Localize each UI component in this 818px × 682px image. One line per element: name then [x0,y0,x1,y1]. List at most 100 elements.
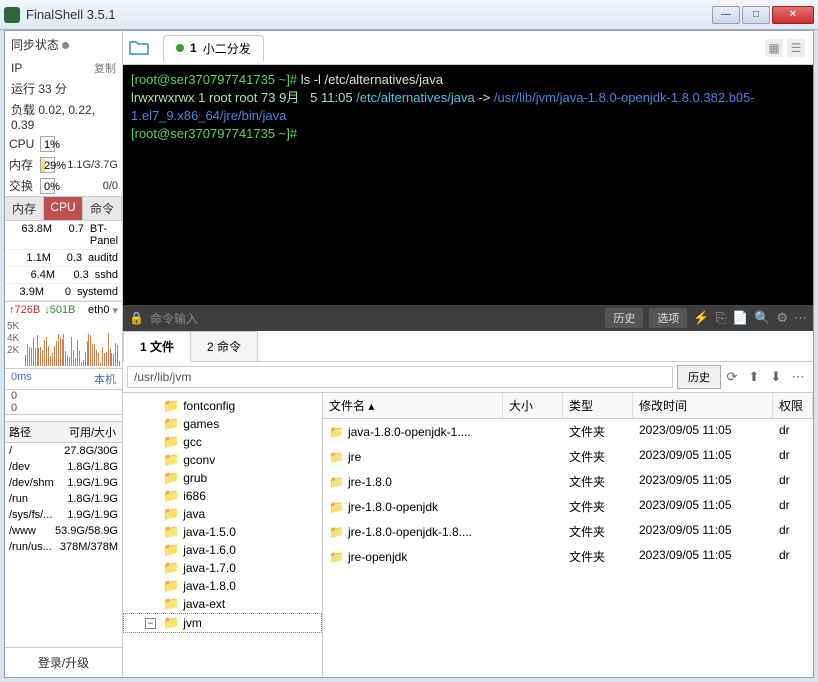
history-button[interactable]: 历史 [605,308,643,328]
search-icon[interactable]: 🔍 [754,310,770,326]
tree-item[interactable]: 📁java-1.8.0 [123,577,322,595]
close-button[interactable]: ✕ [772,6,814,24]
tree-item[interactable]: 📁fontconfig [123,397,322,415]
disk-row[interactable]: /run/us...378M/378M [5,539,122,555]
disk-header-usage: 可用/大小 [69,424,116,440]
file-row[interactable]: 📁jre-openjdk 文件夹 2023/09/05 11:05 dr [323,544,813,569]
folder-tree[interactable]: 📁fontconfig📁games📁gcc📁gconv📁grub📁i686📁ja… [123,393,323,677]
col-size[interactable]: 大小 [503,393,563,418]
titlebar[interactable]: FinalShell 3.5.1 — □ ✕ [0,0,818,30]
tree-item[interactable]: 📁games [123,415,322,433]
folder-icon: 📁 [163,578,179,594]
window-title: FinalShell 3.5.1 [26,7,712,22]
connection-tab[interactable]: 1 小二分发 [163,35,264,61]
folder-icon: 📁 [163,488,179,504]
folder-icon: 📁 [163,416,179,432]
open-folder-button[interactable] [123,34,157,62]
disk-row[interactable]: /27.8G/30G [5,443,122,459]
cpu-metric: CPU 1% [5,134,122,154]
process-tab-cmd[interactable]: 命令 [83,197,122,220]
folder-icon: 📁 [329,550,344,564]
file-row[interactable]: 📁jre-1.8.0 文件夹 2023/09/05 11:05 dr [323,469,813,494]
disk-row[interactable]: /www53.9G/58.9G [5,523,122,539]
process-row[interactable]: 63.8M0.7BT-Panel [5,221,122,250]
file-row[interactable]: 📁jre 文件夹 2023/09/05 11:05 dr [323,444,813,469]
tree-item[interactable]: 📁java-1.6.0 [123,541,322,559]
command-input[interactable]: 命令输入 [150,310,198,327]
folder-icon: 📁 [329,450,344,464]
folder-icon: 📁 [329,525,344,539]
sync-dot-icon [62,42,69,49]
memory-metric: 内存 29% 1.1G/3.7G [5,154,122,175]
gear-icon[interactable]: ⚙ [776,310,788,326]
folder-icon [129,39,151,57]
col-name[interactable]: 文件名 ▴ [323,393,503,418]
options-button[interactable]: 选项 [649,308,687,328]
folder-icon: 📁 [329,425,344,439]
disk-row[interactable]: /sys/fs/...1.9G/1.9G [5,507,122,523]
folder-icon: 📁 [163,470,179,486]
col-perm[interactable]: 权限 [773,393,813,418]
process-tab-mem[interactable]: 内存 [5,197,44,220]
ip-label: IP [11,61,22,75]
folder-icon: 📁 [163,560,179,576]
process-row[interactable]: 3.9M0systemd [5,284,122,301]
file-row[interactable]: 📁jre-1.8.0-openjdk-1.8.... 文件夹 2023/09/0… [323,519,813,544]
dropdown-icon[interactable]: ▾ [112,304,118,317]
tree-item[interactable]: 📁java-1.7.0 [123,559,322,577]
terminal-output[interactable]: [root@ser370797741735 ~]# ls -l /etc/alt… [123,65,813,305]
tree-item[interactable]: 📁java [123,505,322,523]
process-row[interactable]: 1.1M0.3auditd [5,250,122,267]
copy-icon[interactable]: ⎘ [716,310,726,326]
uptime-label: 运行 33 分 [11,80,67,97]
upload-icon[interactable]: ⬆ [743,369,765,385]
ping-ms: 0ms [11,371,32,387]
disk-row[interactable]: /dev/shm1.9G/1.9G [5,475,122,491]
expand-icon[interactable]: − [145,618,156,629]
file-list[interactable]: 文件名 ▴ 大小 类型 修改时间 权限 📁java-1.8.0-openjdk-… [323,393,813,677]
terminal-footer: 🔒 命令输入 历史 选项 ⚡ ⎘ 📄 🔍 ⚙ ⋯ [123,305,813,331]
folder-icon: 📁 [163,524,179,540]
network-graph: 5K4K2K [5,319,122,369]
paste-icon[interactable]: 📄 [732,310,748,326]
more-icon[interactable]: ⋯ [787,369,809,385]
tree-item[interactable]: 📁gcc [123,433,322,451]
bolt-icon[interactable]: ⚡ [693,310,709,326]
col-type[interactable]: 类型 [563,393,633,418]
refresh-icon[interactable]: ⟳ [721,369,743,385]
process-tab-cpu[interactable]: CPU [44,197,83,220]
tree-item[interactable]: 📁java-1.5.0 [123,523,322,541]
col-date[interactable]: 修改时间 [633,393,773,418]
tree-item[interactable]: 📁java-ext [123,595,322,613]
more-icon[interactable]: ⋯ [794,310,807,326]
tab-files[interactable]: 1 文件 [123,331,191,362]
folder-icon: 📁 [163,398,179,414]
disk-row[interactable]: /run1.8G/1.9G [5,491,122,507]
maximize-button[interactable]: □ [742,6,770,24]
download-icon[interactable]: ⬇ [765,369,787,385]
network-stats: ↑726B ↓501B eth0 ▾ [5,301,122,319]
tree-item[interactable]: −📁jvm [123,613,322,633]
tree-item[interactable]: 📁gconv [123,451,322,469]
lock-icon[interactable]: 🔒 [129,311,144,325]
minimize-button[interactable]: — [712,6,740,24]
copy-ip-button[interactable]: 复制 [94,60,116,76]
folder-icon: 📁 [329,475,344,489]
tree-item[interactable]: 📁grub [123,469,322,487]
folder-icon: 📁 [163,596,179,612]
list-view-icon[interactable]: ☰ [787,39,805,57]
disk-row[interactable]: /dev1.8G/1.8G [5,459,122,475]
path-input[interactable] [127,366,673,388]
file-row[interactable]: 📁java-1.8.0-openjdk-1.... 文件夹 2023/09/05… [323,419,813,444]
status-dot-icon [176,44,184,52]
net-download: ↓501B [44,304,75,317]
tree-item[interactable]: 📁i686 [123,487,322,505]
grid-view-icon[interactable]: ▦ [765,39,783,57]
tab-commands[interactable]: 2 命令 [190,331,258,361]
folder-icon: 📁 [163,452,179,468]
path-history-button[interactable]: 历史 [677,365,721,389]
file-row[interactable]: 📁jre-1.8.0-openjdk 文件夹 2023/09/05 11:05 … [323,494,813,519]
app-icon [4,7,20,23]
process-row[interactable]: 6.4M0.3sshd [5,267,122,284]
login-upgrade-button[interactable]: 登录/升级 [5,647,122,677]
